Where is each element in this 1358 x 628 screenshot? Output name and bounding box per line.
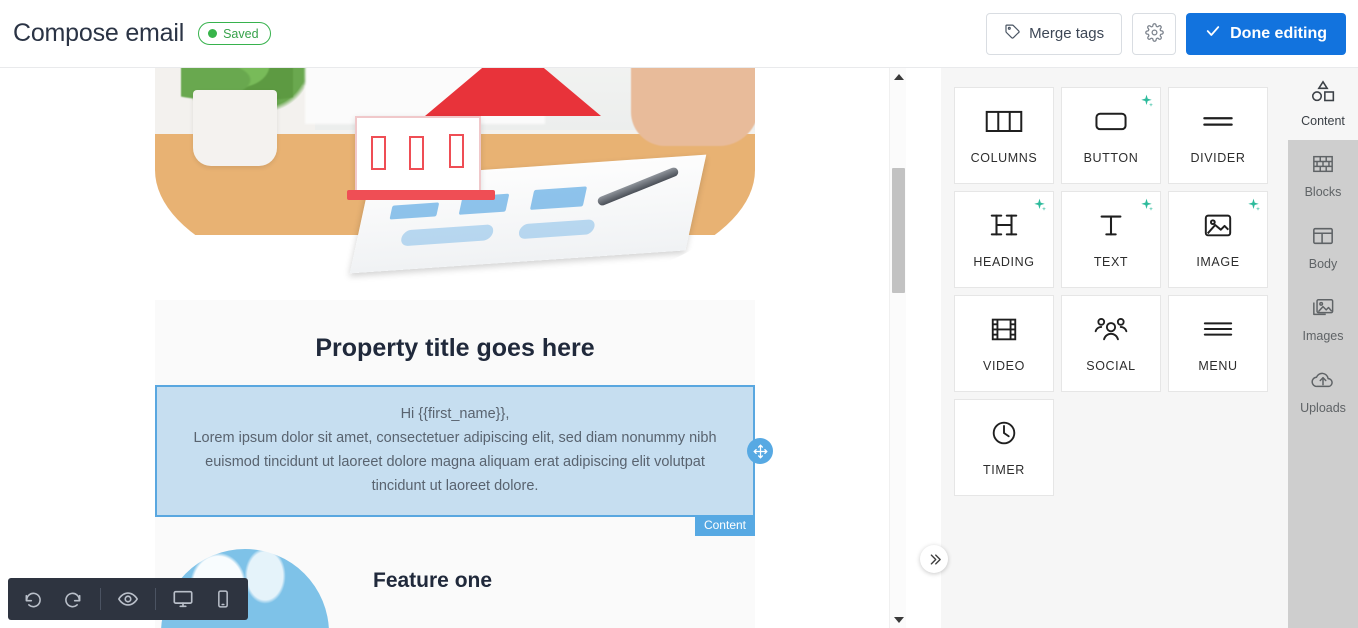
mobile-icon[interactable]: [210, 586, 236, 612]
tag-icon: [1004, 23, 1021, 44]
selected-text-block[interactable]: Hi {{first_name}}, Lorem ipsum dolor sit…: [155, 385, 773, 536]
tile-divider[interactable]: DIVIDER: [1168, 87, 1268, 184]
editor-sidebar: Content Blocks Body Images Uploads: [1288, 68, 1358, 628]
property-title[interactable]: Property title goes here: [155, 334, 755, 363]
video-icon: [987, 314, 1021, 349]
canvas-scrollbar[interactable]: [889, 68, 906, 628]
toolbar-divider: [100, 588, 101, 610]
status-badge-label: Saved: [223, 26, 259, 41]
hero-image[interactable]: [155, 68, 755, 300]
tile-label: MENU: [1198, 359, 1238, 373]
block-type-badge: Content: [694, 515, 755, 536]
ai-sparkle-icon: [1032, 197, 1047, 217]
divider-icon: [1198, 106, 1238, 141]
image-icon: [1201, 210, 1235, 245]
hero-house-base: [347, 190, 495, 200]
shapes-icon: [1310, 80, 1336, 109]
app-header: Compose email Saved Merge tags Done edit…: [0, 0, 1358, 68]
tile-heading[interactable]: HEADING: [954, 191, 1054, 288]
images-icon: [1311, 297, 1335, 324]
check-icon: [1205, 23, 1221, 44]
move-icon[interactable]: [747, 438, 773, 464]
tile-social[interactable]: SOCIAL: [1061, 295, 1161, 392]
ai-sparkle-icon: [1246, 197, 1261, 217]
hero-hand: [631, 68, 755, 146]
bottom-toolbar: [8, 578, 248, 620]
ai-sparkle-icon: [1139, 197, 1154, 217]
tile-columns[interactable]: COLUMNS: [954, 87, 1054, 184]
menu-icon: [1199, 314, 1237, 349]
tile-label: BUTTON: [1083, 151, 1139, 165]
settings-button[interactable]: [1132, 12, 1177, 55]
status-dot-icon: [208, 29, 218, 38]
tile-video[interactable]: VIDEO: [954, 295, 1054, 392]
hero-image-inner: [155, 68, 755, 300]
content-tiles: COLUMNS BUTTON DIVIDER HEADING TEXT IMAG…: [954, 87, 1274, 496]
eye-icon[interactable]: [115, 586, 141, 612]
sidebar-item-uploads[interactable]: Uploads: [1288, 356, 1358, 428]
sidebar-item-images[interactable]: Images: [1288, 284, 1358, 356]
page-title: Compose email: [13, 19, 185, 47]
sidebar-item-label: Images: [1302, 329, 1344, 343]
gear-icon: [1144, 22, 1164, 45]
sidebar-item-label: Blocks: [1304, 185, 1342, 199]
merge-tags-label: Merge tags: [1029, 25, 1105, 42]
toolbar-divider: [155, 588, 156, 610]
sidebar-item-label: Uploads: [1300, 401, 1346, 415]
header-actions: Merge tags Done editing: [986, 12, 1346, 55]
text-block-body: Lorem ipsum dolor sit amet, consectetuer…: [193, 430, 717, 494]
tile-text[interactable]: TEXT: [1061, 191, 1161, 288]
feature-text: Feature one: [373, 549, 492, 593]
merge-tags-button[interactable]: Merge tags: [986, 12, 1123, 55]
bricks-icon: [1311, 153, 1335, 180]
social-icon: [1092, 314, 1130, 349]
sidebar-item-label: Body: [1308, 257, 1338, 271]
heading-icon: [986, 210, 1022, 245]
email-editor-app: Compose email Saved Merge tags Done edit…: [0, 0, 1358, 628]
tile-image[interactable]: IMAGE: [1168, 191, 1268, 288]
chevron-double-right-icon[interactable]: [920, 545, 948, 573]
scroll-down-arrow[interactable]: [890, 611, 906, 628]
hero-house-roof: [425, 68, 601, 116]
sidebar-item-blocks[interactable]: Blocks: [1288, 140, 1358, 212]
redo-icon[interactable]: [60, 586, 86, 612]
sidebar-item-label: Content: [1301, 114, 1345, 128]
undo-icon[interactable]: [20, 586, 46, 612]
tile-menu[interactable]: MENU: [1168, 295, 1268, 392]
content-tools-panel: COLUMNS BUTTON DIVIDER HEADING TEXT IMAG…: [941, 68, 1288, 628]
status-badge: Saved: [198, 22, 271, 45]
feature-title[interactable]: Feature one: [373, 569, 492, 593]
hero-house-body: [355, 116, 481, 192]
tile-label: VIDEO: [983, 359, 1025, 373]
button-icon: [1091, 106, 1131, 141]
text-block-greeting: Hi {{first_name}},: [400, 406, 510, 422]
ai-sparkle-icon: [1139, 93, 1154, 113]
tile-label: TIMER: [983, 463, 1025, 477]
email-body: Property title goes here Hi {{first_name…: [155, 68, 773, 628]
tile-label: DIVIDER: [1190, 151, 1246, 165]
columns-icon: [984, 106, 1024, 141]
text-icon: [1093, 210, 1129, 245]
tile-label: TEXT: [1093, 255, 1129, 269]
scroll-up-arrow[interactable]: [890, 68, 906, 85]
hero-pot: [193, 90, 277, 166]
tile-label: IMAGE: [1196, 255, 1240, 269]
tile-label: SOCIAL: [1086, 359, 1136, 373]
desktop-icon[interactable]: [170, 586, 196, 612]
timer-icon: [988, 418, 1020, 453]
tile-label: COLUMNS: [970, 151, 1038, 165]
scrollbar-thumb[interactable]: [892, 168, 905, 293]
sidebar-item-content[interactable]: Content: [1288, 68, 1358, 140]
done-editing-label: Done editing: [1230, 24, 1327, 42]
tile-timer[interactable]: TIMER: [954, 399, 1054, 496]
email-canvas[interactable]: Property title goes here Hi {{first_name…: [0, 68, 906, 628]
layout-icon: [1311, 225, 1335, 252]
done-editing-button[interactable]: Done editing: [1186, 12, 1346, 55]
tile-button[interactable]: BUTTON: [1061, 87, 1161, 184]
sidebar-item-body[interactable]: Body: [1288, 212, 1358, 284]
cloud-upload-icon: [1310, 369, 1336, 396]
tile-label: HEADING: [973, 255, 1035, 269]
